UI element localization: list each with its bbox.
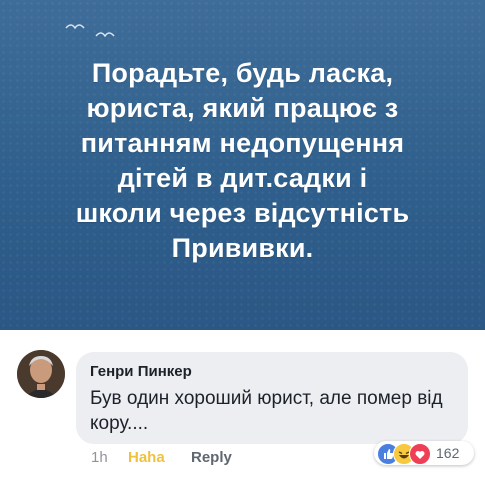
post-text: Порадьте, будь ласка, юриста, який працю… [20,56,465,266]
avatar-portrait-icon [17,350,65,398]
post-text-line: школи через відсутність [75,198,410,228]
love-icon [409,443,431,465]
facebook-comment-screenshot: Порадьте, будь ласка, юриста, який працю… [0,0,485,480]
reaction-count: 162 [436,445,460,461]
post-text-line: питанням недопущення [80,128,405,158]
post-text-line: Прививки. [171,233,314,263]
post-text-line: дітей в дит.садки і [117,163,368,193]
reactions-summary[interactable]: 162 [374,441,474,465]
post-text-line: Порадьте, будь ласка, [91,58,394,88]
comment-text: Був один хороший юрист, але помер від ко… [90,388,443,434]
avatar[interactable] [17,350,65,398]
haha-reaction-button[interactable]: Haha [128,449,165,466]
post-text-line: юриста, який працює з [86,93,399,123]
reply-button[interactable]: Reply [191,449,232,466]
birds-icon [65,24,115,38]
comment-timestamp[interactable]: 1h [91,449,108,466]
comment-author[interactable]: Генри Пинкер [90,363,192,380]
post-background-card: Порадьте, будь ласка, юриста, який працю… [0,0,485,330]
comment-bubble: Генри Пинкер Був один хороший юрист, але… [76,352,468,444]
